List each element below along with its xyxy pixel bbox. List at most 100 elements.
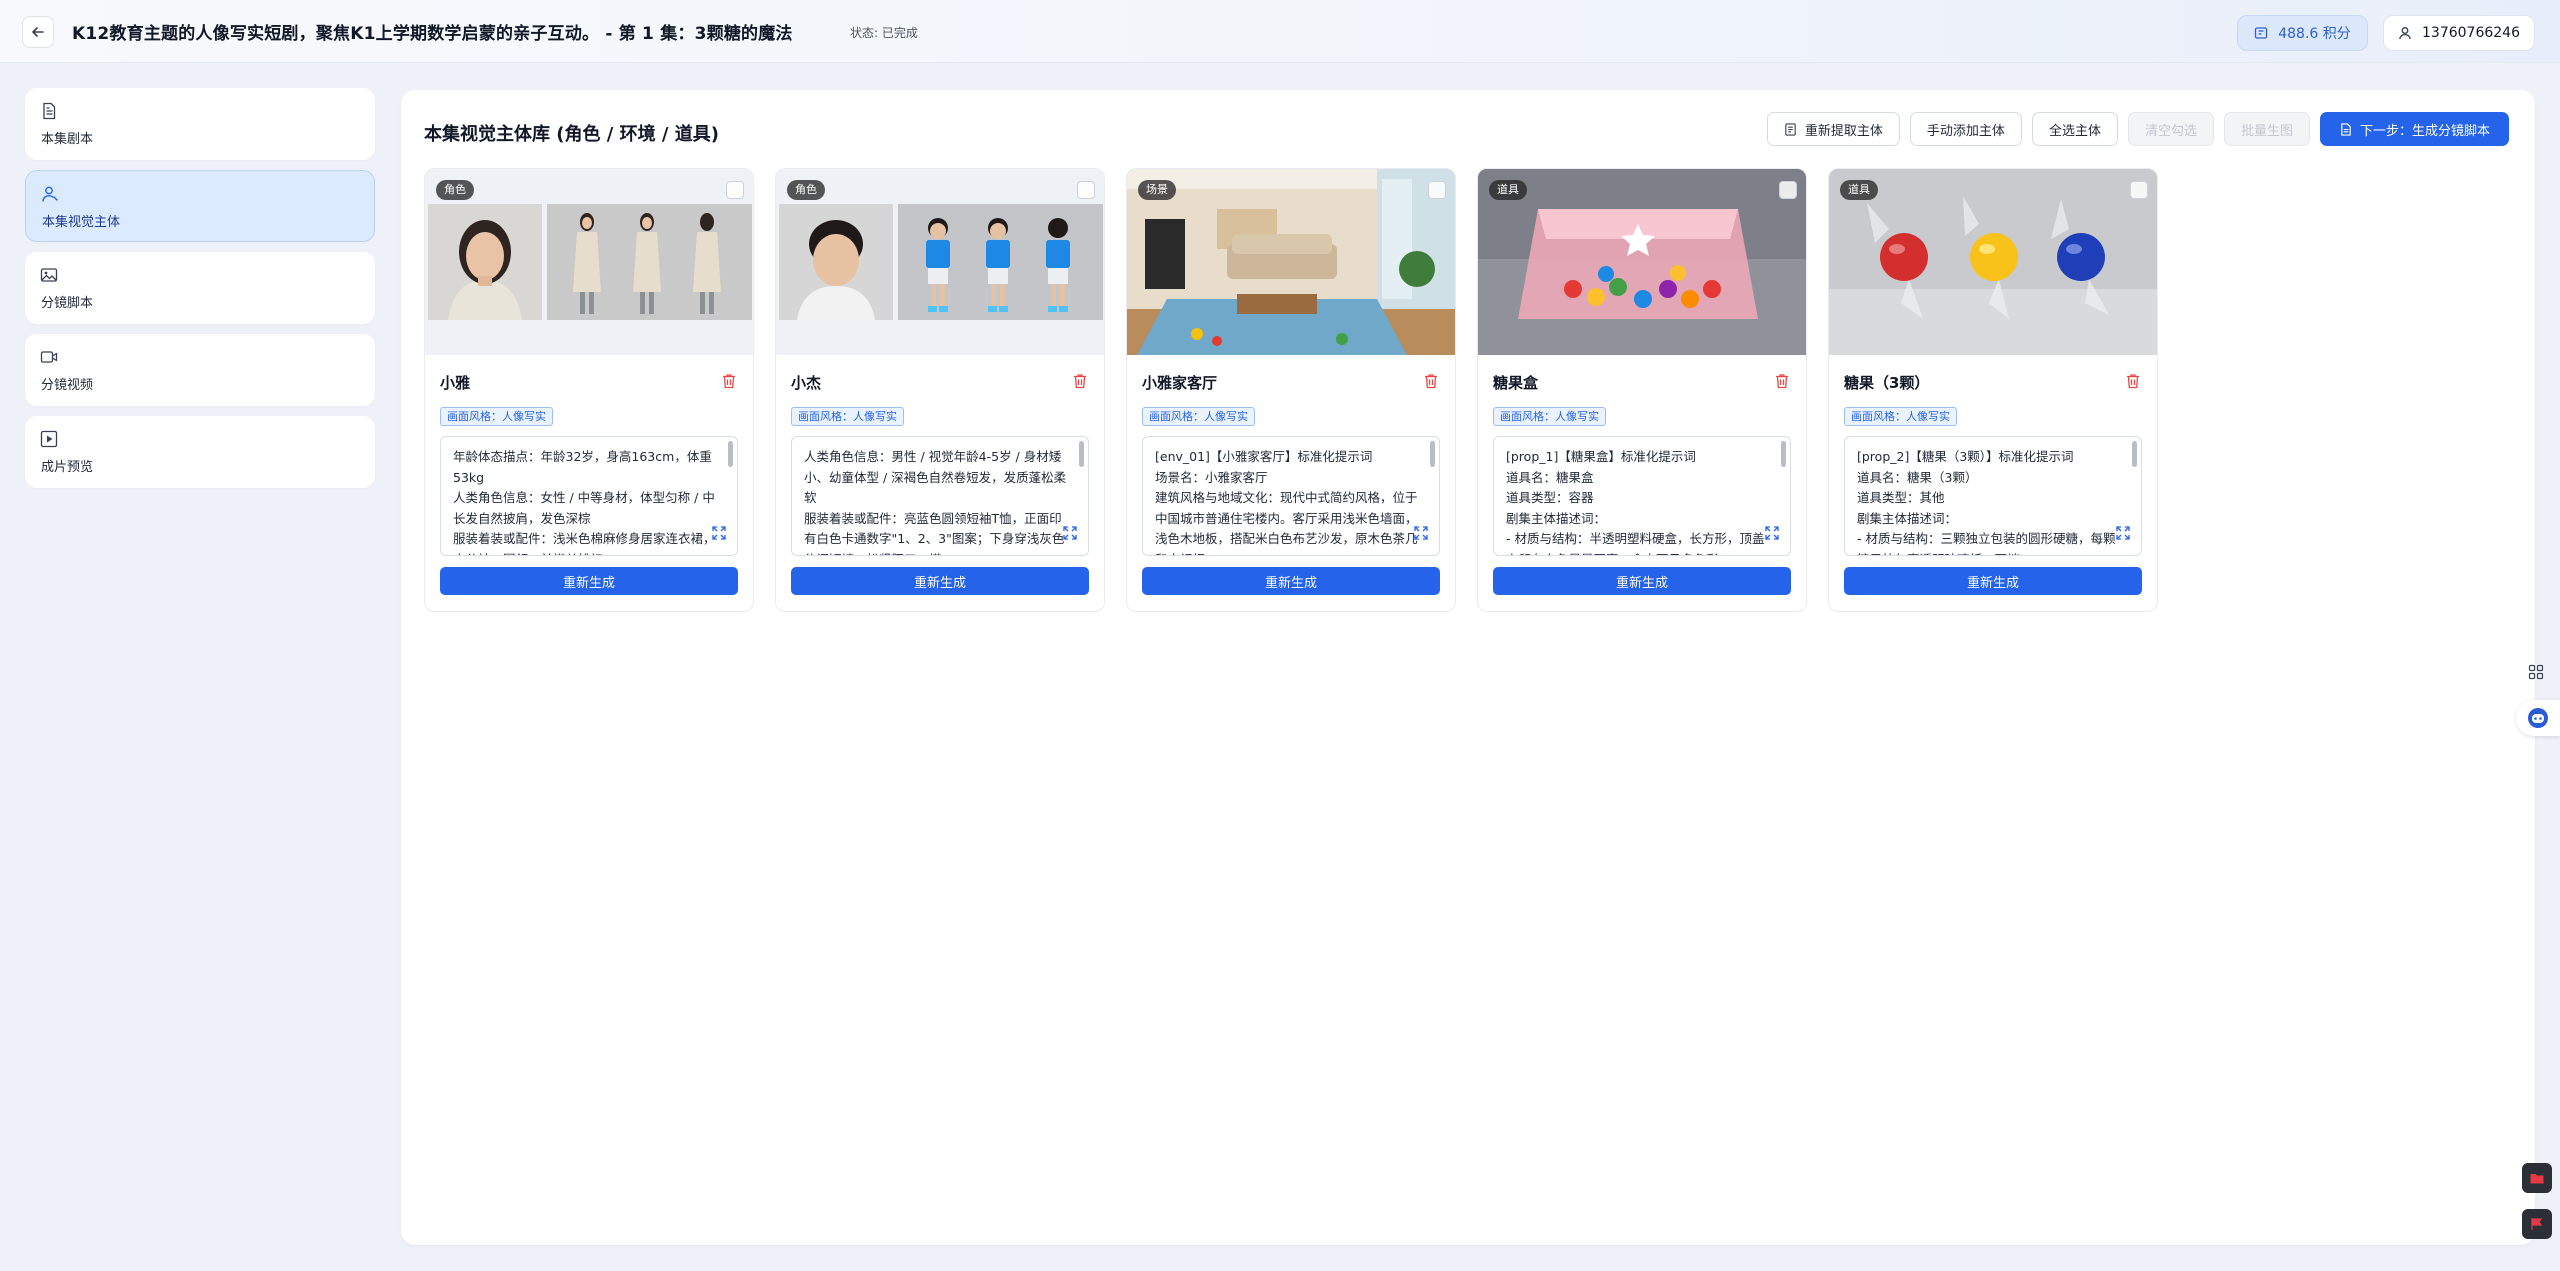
subject-card: 场景 小雅家客厅 画面风格：人像写实 [env_01]【小雅家客厅】标准化提示词… xyxy=(1126,168,1456,612)
subject-image[interactable]: 道具 xyxy=(1478,169,1806,355)
expand-icon[interactable] xyxy=(2115,525,2131,541)
re-extract-label: 重新提取主体 xyxy=(1804,123,1883,139)
credits-badge[interactable]: 488.6 积分 xyxy=(2237,15,2368,51)
subject-name: 小雅家客厅 xyxy=(1142,374,1218,392)
select-checkbox[interactable] xyxy=(1077,181,1095,199)
toolbar: 重新提取主体 手动添加主体 全选主体 清空勾选 批量生图 下一步：生成分镜脚本 xyxy=(1766,112,2509,146)
regenerate-button[interactable]: 重新生成 xyxy=(1142,567,1440,595)
document-icon xyxy=(2341,122,2351,136)
regenerate-button[interactable]: 重新生成 xyxy=(440,567,738,595)
scrollbar-thumb[interactable] xyxy=(2132,441,2137,467)
description-text: [env_01]【小雅家客厅】标准化提示词 场景名：小雅家客厅 建筑风格与地域文… xyxy=(1155,449,1418,555)
manual-add-button[interactable]: 手动添加主体 xyxy=(1909,112,2022,146)
document-icon xyxy=(43,102,56,120)
expand-icon[interactable] xyxy=(711,525,727,541)
credits-value: 488.6 积分 xyxy=(2278,26,2351,42)
sidebar-item-visual-subjects[interactable]: 本集视觉主体 xyxy=(25,170,375,242)
description-textarea[interactable]: 年龄体态描点：年龄32岁，身高163cm，体重53kg 人类角色信息：女性 / … xyxy=(440,436,738,556)
sidebar-item-label: 本集剧本 xyxy=(41,132,94,147)
batch-generate-button[interactable]: 批量生图 xyxy=(2223,112,2310,146)
living-room-image xyxy=(1127,169,1455,355)
regenerate-button[interactable]: 重新生成 xyxy=(791,567,1089,595)
subject-image[interactable]: 角色 xyxy=(776,169,1104,355)
sidebar-item-label: 本集视觉主体 xyxy=(42,215,121,230)
wallet-icon xyxy=(2255,27,2268,39)
user-phone: 13760766246 xyxy=(2422,25,2520,41)
regenerate-button[interactable]: 重新生成 xyxy=(1844,567,2142,595)
style-tag: 画面风格：人像写实 xyxy=(791,407,904,426)
select-checkbox[interactable] xyxy=(2130,181,2148,199)
type-badge: 道具 xyxy=(1489,180,1527,200)
expand-icon[interactable] xyxy=(1413,525,1429,541)
batch-generate-label: 批量生图 xyxy=(2240,123,2293,139)
user-menu[interactable]: 13760766246 xyxy=(2383,15,2535,51)
status-text: 状态: 已完成 xyxy=(850,26,918,40)
next-step-button[interactable]: 下一步：生成分镜脚本 xyxy=(2319,112,2509,146)
floating-tool-button[interactable] xyxy=(2522,1209,2552,1239)
subject-card: 道具 糖果（3颗） 画面风格：人像写实 [prop_2]【糖果（3颗）】标准化提… xyxy=(1828,168,2158,612)
description-text: [prop_2]【糖果（3颗）】标准化提示词 道具名：糖果（3颗） 道具类型：其… xyxy=(1857,449,2116,555)
select-checkbox[interactable] xyxy=(1779,181,1797,199)
subject-image[interactable]: 场景 xyxy=(1127,169,1455,355)
sidebar-item-storyboard[interactable]: 分镜脚本 xyxy=(25,252,375,324)
subject-card: 角色 小雅 画面风格：人像写实 年龄体态描点：年龄32岁，身高163cm，体重5… xyxy=(424,168,754,612)
expand-icon[interactable] xyxy=(1764,525,1780,541)
select-all-button[interactable]: 全选主体 xyxy=(2031,112,2118,146)
type-badge: 场景 xyxy=(1138,180,1176,200)
trash-icon[interactable] xyxy=(1422,372,1440,390)
description-text: 年龄体态描点：年龄32岁，身高163cm，体重53kg 人类角色信息：女性 / … xyxy=(453,449,716,555)
description-textarea[interactable]: [env_01]【小雅家客厅】标准化提示词 场景名：小雅家客厅 建筑风格与地域文… xyxy=(1142,436,1440,556)
sidebar-item-label: 成片预览 xyxy=(41,460,94,475)
subject-name: 糖果（3颗） xyxy=(1844,374,1930,392)
apps-grid-icon[interactable] xyxy=(2528,664,2544,680)
style-tag: 画面风格：人像写实 xyxy=(440,407,553,426)
sidebar-item-preview[interactable]: 成片预览 xyxy=(25,416,375,488)
subject-card-list: 角色 小雅 画面风格：人像写实 年龄体态描点：年龄32岁，身高163cm，体重5… xyxy=(424,168,2158,612)
sidebar-item-script[interactable]: 本集剧本 xyxy=(25,88,375,160)
back-button[interactable] xyxy=(22,16,54,48)
document-icon xyxy=(1785,122,1796,136)
regenerate-button[interactable]: 重新生成 xyxy=(1493,567,1791,595)
portrait-image xyxy=(779,204,893,320)
scrollbar-thumb[interactable] xyxy=(728,441,733,467)
play-icon xyxy=(40,430,58,448)
subject-name: 糖果盒 xyxy=(1493,374,1539,392)
floating-tool-button[interactable] xyxy=(2522,1163,2552,1193)
flag-icon xyxy=(2531,1218,2543,1230)
type-badge: 角色 xyxy=(787,180,825,200)
style-tag: 画面风格：人像写实 xyxy=(1142,407,1255,426)
trash-icon[interactable] xyxy=(1773,372,1791,390)
select-checkbox[interactable] xyxy=(726,181,744,199)
trash-icon[interactable] xyxy=(720,372,738,390)
description-textarea[interactable]: [prop_1]【糖果盒】标准化提示词 道具名：糖果盒 道具类型：容器 剧集主体… xyxy=(1493,436,1791,556)
type-badge: 角色 xyxy=(436,180,474,200)
subject-image[interactable]: 道具 xyxy=(1829,169,2157,355)
type-badge: 道具 xyxy=(1840,180,1878,200)
description-text: 人类角色信息：男性 / 视觉年龄4-5岁 / 身材矮小、幼童体型 / 深褐色自然… xyxy=(804,449,1067,555)
candies-image xyxy=(1829,169,2157,355)
style-tag: 画面风格：人像写实 xyxy=(1493,407,1606,426)
trash-icon[interactable] xyxy=(2124,372,2142,390)
top-bar: K12教育主题的人像写实短剧，聚焦K1上学期数学启蒙的亲子互动。 - 第 1 集… xyxy=(0,0,2560,63)
person-icon xyxy=(42,186,58,202)
trash-icon[interactable] xyxy=(1071,372,1089,390)
candy-box-image xyxy=(1478,169,1806,355)
robot-icon xyxy=(2528,708,2548,728)
expand-icon[interactable] xyxy=(1062,525,1078,541)
subject-image[interactable]: 角色 xyxy=(425,169,753,355)
re-extract-button[interactable]: 重新提取主体 xyxy=(1766,112,1900,146)
subject-name: 小雅 xyxy=(440,374,471,392)
user-icon xyxy=(2399,27,2411,40)
description-textarea[interactable]: [prop_2]【糖果（3颗）】标准化提示词 道具名：糖果（3颗） 道具类型：其… xyxy=(1844,436,2142,556)
scrollbar-thumb[interactable] xyxy=(1079,441,1084,467)
scrollbar-thumb[interactable] xyxy=(1430,441,1435,467)
video-icon xyxy=(40,351,58,363)
section-title: 本集视觉主体库 (角色 / 环境 / 道具) xyxy=(424,124,719,145)
clear-selection-button[interactable]: 清空勾选 xyxy=(2127,112,2214,146)
assistant-button[interactable] xyxy=(2516,700,2560,736)
description-textarea[interactable]: 人类角色信息：男性 / 视觉年龄4-5岁 / 身材矮小、幼童体型 / 深褐色自然… xyxy=(791,436,1089,556)
scrollbar-thumb[interactable] xyxy=(1781,441,1786,467)
select-checkbox[interactable] xyxy=(1428,181,1446,199)
sidebar-item-storyboard-video[interactable]: 分镜视频 xyxy=(25,334,375,406)
subject-card: 道具 糖果盒 画面风格：人像写实 [prop_1]【糖果盒】标准化提示词 道具名… xyxy=(1477,168,1807,612)
